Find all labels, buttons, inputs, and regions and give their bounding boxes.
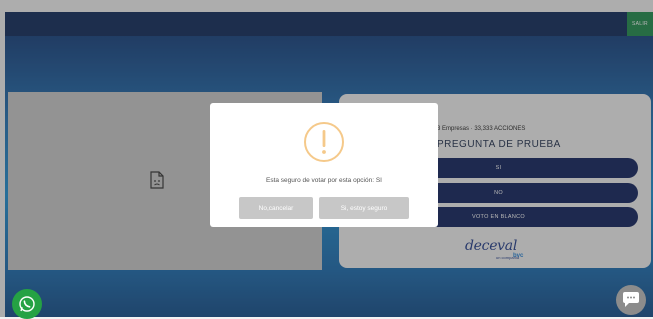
chat-support-button[interactable] (616, 285, 646, 315)
warning-exclamation-icon (304, 122, 344, 162)
whatsapp-button[interactable] (12, 289, 42, 319)
chat-support-icon (623, 292, 639, 307)
dialog-message: Esta seguro de votar por esta opción: SI (266, 177, 382, 184)
cancel-button[interactable]: No,cancelar (239, 197, 313, 219)
whatsapp-icon (19, 296, 35, 312)
confirm-vote-dialog: Esta seguro de votar por esta opción: SI… (210, 103, 438, 227)
confirm-button[interactable]: Si, estoy seguro (319, 197, 409, 219)
